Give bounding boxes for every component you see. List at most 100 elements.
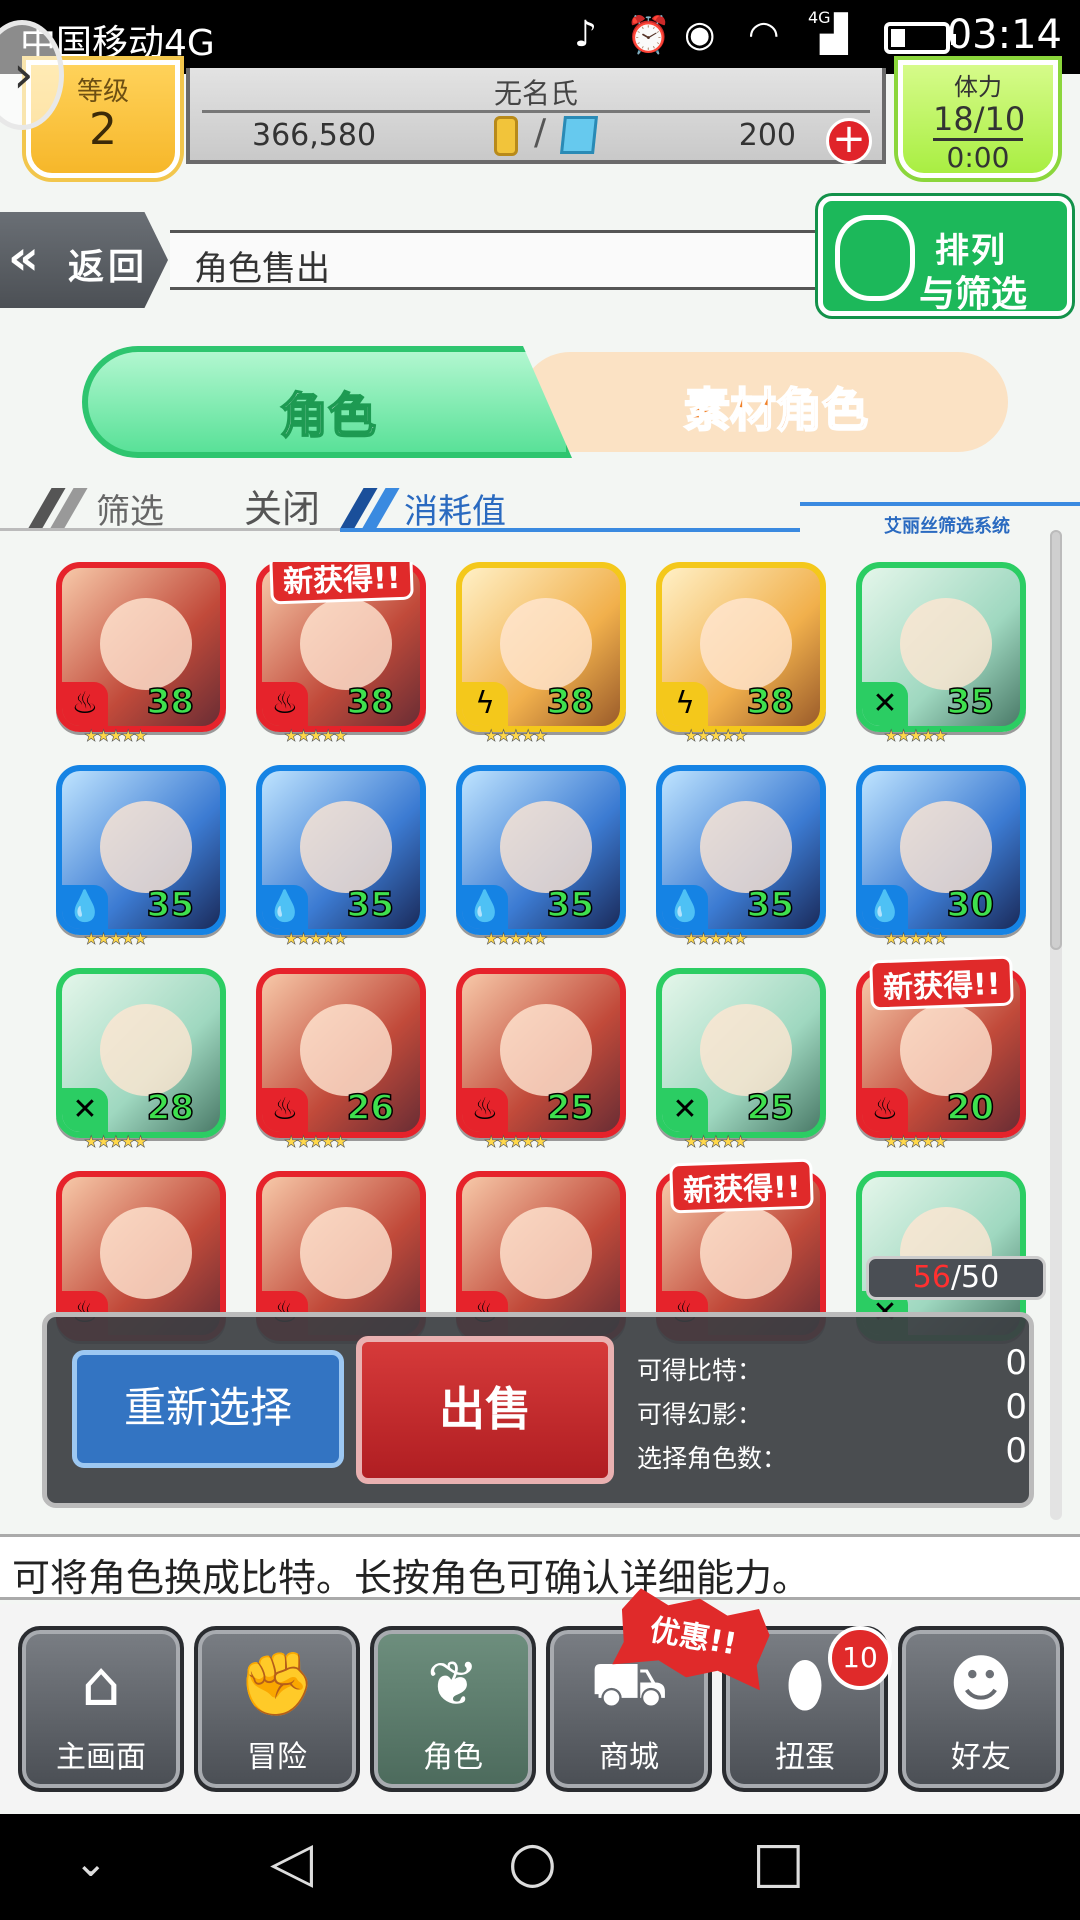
nav-adventure[interactable]: ✊ 冒险 (194, 1626, 360, 1792)
wifi-icon: ◠ (748, 14, 780, 55)
sort-by-label[interactable]: 消耗值 (404, 484, 506, 533)
hint-bar: 可将角色换成比特。长按角色可确认详细能力。 (0, 1534, 1080, 1600)
character-card[interactable]: 💧 30 (856, 765, 1026, 935)
water-attribute-icon: 💧 (662, 885, 708, 929)
sort-filter-button[interactable]: 排列 与筛选 (818, 196, 1072, 316)
character-level: 35 (746, 884, 795, 926)
bottom-nav: ⌂ 主画面 ✊ 冒险 ❦ 角色 ⛟ 商城 ⬮ 扭蛋 ☻ 好友 (0, 1604, 1080, 1810)
tab-characters[interactable]: 角色 (82, 346, 572, 458)
character-level: 35 (346, 884, 395, 926)
nav-friends[interactable]: ☻ 好友 (898, 1626, 1064, 1792)
character-portrait (500, 801, 592, 893)
friends-icon: ☻ (948, 1647, 1014, 1720)
water-attribute-icon: 💧 (862, 885, 908, 929)
star-rating: ★★★★★ (884, 929, 948, 949)
character-level: 28 (146, 1087, 195, 1129)
character-level: 20 (946, 1087, 995, 1129)
reselect-button[interactable]: 重新选择 (72, 1350, 344, 1468)
nav-shop-label: 商城 (599, 1740, 659, 1775)
selected-count-value: 0 (1005, 1431, 1027, 1471)
hide-keyboard-icon[interactable]: ⌄ (74, 1840, 108, 1886)
count-max: /50 (950, 1260, 1000, 1295)
character-card[interactable]: ♨ 38 (56, 562, 226, 732)
tab-material-characters[interactable]: 素材角色 (520, 352, 1008, 452)
fire-attribute-icon: ♨ (62, 682, 108, 726)
nav-gacha-label: 扭蛋 (775, 1740, 835, 1775)
character-card[interactable]: 💧 35 (256, 765, 426, 935)
character-card[interactable]: 💧 35 (656, 765, 826, 935)
filter-toggle[interactable]: 关闭 (244, 478, 320, 533)
phantom-value: 0 (1005, 1387, 1027, 1427)
character-portrait (500, 1207, 592, 1299)
player-info-bar: 无名氏 366,580 / 200 + (186, 68, 886, 164)
phantom-label: 可得幻影： (637, 1400, 763, 1429)
player-name: 无名氏 (493, 77, 578, 110)
character-card[interactable]: 💧 35 (56, 765, 226, 935)
character-portrait (700, 1004, 792, 1096)
character-card[interactable]: ♨ 26 (256, 968, 426, 1138)
double-chevron-left-icon: « (8, 230, 40, 286)
character-portrait (500, 598, 592, 690)
nav-home-label: 主画面 (56, 1740, 146, 1775)
nav-characters[interactable]: ❦ 角色 (370, 1626, 536, 1792)
character-portrait (700, 598, 792, 690)
character-level: 38 (746, 681, 795, 723)
star-rating: ★★★★★ (884, 726, 948, 746)
character-card[interactable]: ϟ 38 (656, 562, 826, 732)
nav-home[interactable]: ⌂ 主画面 (18, 1626, 184, 1792)
character-portrait (500, 1004, 592, 1096)
count-current: 56 (912, 1260, 951, 1295)
nav-recents-icon[interactable]: □ (752, 1830, 805, 1895)
bits-label: 可得比特： (637, 1356, 763, 1385)
home-icon: ⌂ (81, 1647, 121, 1720)
character-count: 56/50 (866, 1256, 1046, 1300)
water-attribute-icon: 💧 (262, 885, 308, 929)
nav-adventure-label: 冒险 (247, 1740, 307, 1775)
character-card[interactable]: 💧 35 (456, 765, 626, 935)
character-level: 38 (146, 681, 195, 723)
stamina-label: 体力 (954, 73, 1002, 101)
rabbit-icon: ❦ (427, 1647, 479, 1720)
system-nav-bar: ⌄ ◁ ○ □ (0, 1814, 1080, 1920)
character-portrait (100, 598, 192, 690)
tab-characters-label: 角色 (279, 387, 377, 445)
gacha-count-badge: 10 (828, 1626, 892, 1690)
nav-home-circle-icon[interactable]: ○ (508, 1830, 557, 1895)
fire-attribute-icon: ♨ (862, 1088, 908, 1132)
back-button[interactable]: « 返回 (0, 212, 168, 308)
sell-button[interactable]: 出售 (356, 1336, 614, 1484)
character-portrait (100, 1004, 192, 1096)
character-level: 38 (546, 681, 595, 723)
nav-characters-label: 角色 (423, 1740, 483, 1775)
star-rating: ★★★★★ (84, 726, 148, 746)
character-portrait (900, 1004, 992, 1096)
thunder-attribute-icon: ϟ (662, 682, 708, 726)
star-rating: ★★★★★ (484, 1132, 548, 1152)
new-acquired-tag: 新获得!! (269, 562, 415, 605)
back-label: 返回 (68, 247, 149, 288)
sort-label-line2: 与筛选 (919, 274, 1028, 315)
character-card[interactable]: ϟ 38 (456, 562, 626, 732)
water-attribute-icon: 💧 (462, 885, 508, 929)
thunder-attribute-icon: ϟ (462, 682, 508, 726)
nav-back-icon[interactable]: ◁ (270, 1830, 313, 1895)
character-portrait (300, 598, 392, 690)
stamina-box: 体力 18/10 0:00 (898, 60, 1058, 178)
character-card[interactable]: ✕ 35 (856, 562, 1026, 732)
character-portrait (900, 801, 992, 893)
clock: 03:14 (946, 12, 1062, 58)
new-acquired-tag: 新获得!! (869, 955, 1015, 1011)
character-card[interactable]: ♨ 25 (456, 968, 626, 1138)
character-card[interactable]: ✕ 25 (656, 968, 826, 1138)
character-level: 38 (346, 681, 395, 723)
scrollbar-thumb[interactable] (1050, 530, 1062, 950)
star-rating: ★★★★★ (484, 726, 548, 746)
gem-count: 200 (738, 118, 796, 153)
character-portrait (100, 801, 192, 893)
add-gems-button[interactable]: + (826, 118, 872, 164)
character-level: 26 (346, 1087, 395, 1129)
mute-icon: ♪ (574, 14, 597, 55)
nav-friends-label: 好友 (951, 1740, 1011, 1775)
wind-attribute-icon: ✕ (662, 1088, 708, 1132)
character-card[interactable]: ✕ 28 (56, 968, 226, 1138)
